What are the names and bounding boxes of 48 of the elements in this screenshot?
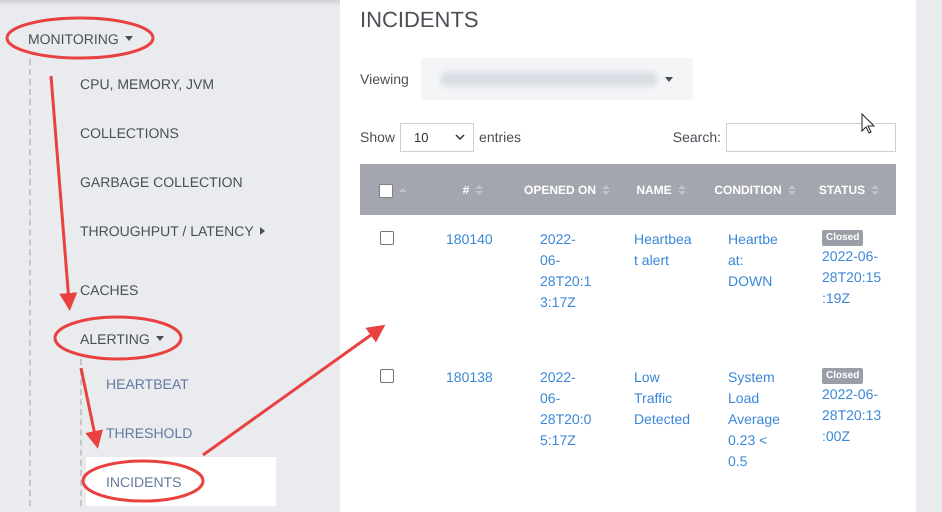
caret-down-icon — [664, 76, 673, 82]
status-badge: Closed — [822, 368, 864, 384]
column-header[interactable]: NAME — [636, 182, 672, 196]
menu-item[interactable]: CACHES — [80, 282, 138, 298]
chevron-down-icon — [455, 134, 466, 140]
incident-name-cell[interactable]: Low Traffic Detected — [634, 367, 692, 430]
show-label: Show — [360, 129, 396, 145]
column-header[interactable]: STATUS — [818, 182, 866, 196]
row-checkbox[interactable] — [380, 369, 394, 383]
incident-id-link[interactable]: 180138 — [446, 367, 506, 388]
viewing-label: Viewing — [360, 71, 409, 87]
opened-on-cell[interactable]: 2022-06-28T20:05:17Z — [540, 367, 594, 451]
row-checkbox[interactable] — [380, 231, 394, 245]
menu-item[interactable]: MONITORING — [28, 30, 119, 46]
selected-menu-item[interactable]: INCIDENTS — [86, 457, 276, 506]
status-badge: Closed — [822, 230, 864, 246]
status-time-cell[interactable]: 2022-06-28T20:15:19Z — [822, 246, 884, 309]
incident-name-cell[interactable]: Heartbeat alert — [634, 229, 692, 271]
incident-id-link[interactable]: 180140 — [446, 229, 506, 250]
sort-icon[interactable] — [788, 184, 796, 196]
sort-up-icon[interactable] — [399, 187, 407, 192]
sort-icon[interactable] — [678, 184, 686, 196]
select-all-checkbox[interactable] — [379, 184, 393, 198]
condition-cell[interactable]: Heartbeat: DOWN — [728, 229, 784, 292]
viewing-dropdown[interactable] — [420, 58, 693, 100]
column-header[interactable]: CONDITION — [714, 182, 782, 196]
search-field[interactable] — [726, 122, 896, 152]
sort-icon[interactable] — [475, 184, 484, 196]
menu-item[interactable]: ALERTING — [80, 330, 150, 346]
sort-icon[interactable] — [871, 184, 880, 196]
menu-item[interactable]: COLLECTIONS — [80, 124, 179, 140]
mouse-cursor-icon — [862, 112, 876, 134]
menu-item[interactable]: HEARTBEAT — [106, 376, 189, 392]
status-time-cell[interactable]: 2022-06-28T20:13:00Z — [822, 384, 884, 447]
menu-item[interactable]: GARBAGE COLLECTION — [80, 174, 243, 190]
sort-icon[interactable] — [602, 184, 610, 196]
menu-item[interactable]: INCIDENTS — [106, 474, 182, 490]
page-size-select[interactable]: 10 — [400, 122, 474, 152]
menu-item[interactable]: THROUGHPUT / LATENCY — [80, 222, 254, 238]
menu-item[interactable]: CPU, MEMORY, JVM — [80, 76, 214, 92]
condition-cell[interactable]: System Load Average 0.23 < 0.5 — [728, 367, 784, 472]
column-header[interactable]: OPENED ON — [524, 182, 596, 196]
column-header[interactable]: # — [462, 182, 470, 196]
search-label: Search: — [672, 129, 721, 145]
page-title: INCIDENTS — [360, 6, 480, 34]
opened-on-cell[interactable]: 2022-06-28T20:13:17Z — [540, 229, 594, 313]
menu-item[interactable]: THRESHOLD — [106, 424, 192, 440]
entries-label: entries — [479, 129, 522, 145]
